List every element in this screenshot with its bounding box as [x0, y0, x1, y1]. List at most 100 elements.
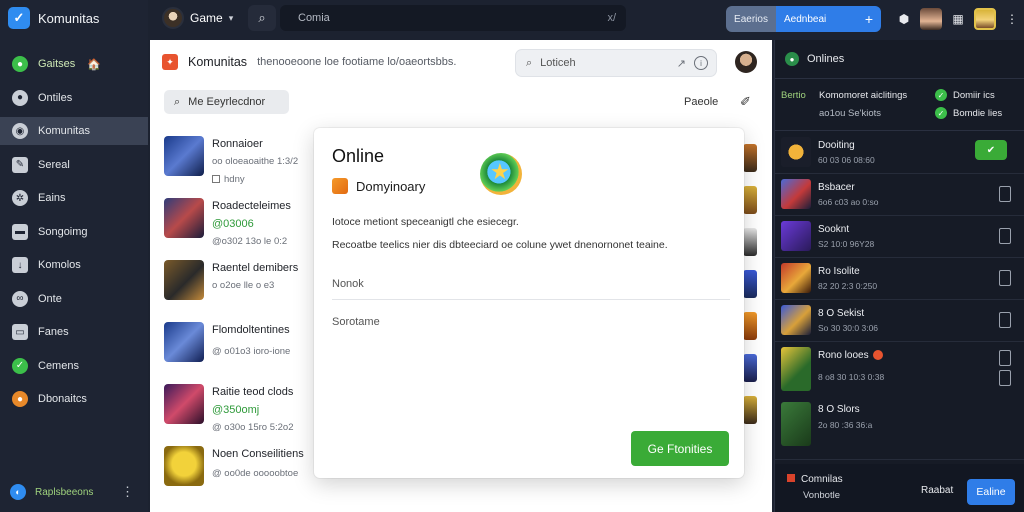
game-thumbnail[interactable] [743, 354, 757, 382]
sidebar-item-dbonaitcs[interactable]: ● Dbonaitcs [0, 385, 148, 413]
search-placeholder: Loticeh [540, 57, 576, 69]
check-icon: ✓ [12, 357, 28, 374]
search-end-icon: x/ [607, 12, 616, 24]
dialog-text: Recoatbe teelics nier dis dbteeciard oe … [332, 239, 668, 251]
more-icon[interactable]: ⋮ [121, 484, 134, 500]
plus-icon[interactable]: + [857, 6, 881, 32]
right-panel-title: Onlines [807, 53, 845, 65]
name-field[interactable]: Nonok [332, 278, 364, 290]
gift-icon [332, 178, 348, 194]
filter-button[interactable]: ⌕ Me Eeyrlecdnor [164, 90, 289, 114]
search-icon[interactable]: ⌕ [248, 5, 276, 31]
document-icon[interactable] [999, 350, 1011, 366]
list-item[interactable]: Raentel demibers o o2oe lle o e3 [164, 260, 329, 322]
edit-icon[interactable]: ✐ [740, 94, 751, 110]
thumbnail-strip [743, 144, 757, 438]
home-badge-icon: 🏠 [87, 58, 101, 71]
list-item[interactable]: Ro Isolite 82 20 2:3 0:250 [775, 258, 1024, 300]
list-item[interactable]: Rono looes 8 o8 30 10:3 0:38 8 O Slors 2… [775, 342, 1024, 460]
sidebar-item-songoimg[interactable]: ▬ Songoimg [0, 218, 148, 246]
app-logo-icon: ✓ [8, 7, 30, 29]
item-title: Raitie teod clods [212, 386, 294, 398]
sidebar-item-fanes[interactable]: ▭ Fanes [0, 318, 148, 346]
game-thumbnail[interactable] [743, 228, 757, 256]
sidebar-item-label: Ontiles [38, 91, 73, 104]
game-thumbnail [781, 305, 811, 335]
top-icons: ⬢ ▦ ⋮ [896, 6, 1020, 32]
user-icon: ● [12, 89, 28, 106]
people-link[interactable]: Paeole [684, 96, 718, 108]
expand-icon[interactable]: ↗ [677, 57, 686, 70]
list-item[interactable]: Bsbacer 6o6 c03 ao 0:so [775, 174, 1024, 216]
sidebar-item-eains[interactable]: ✲ Eains [0, 184, 148, 212]
avatar[interactable] [974, 8, 996, 30]
split-right-button[interactable]: Aednbeai [776, 6, 857, 32]
more-vertical-icon[interactable]: ⋮ [1004, 11, 1020, 27]
summary-option: Domiir ics [953, 90, 995, 101]
dialog-row-label: Domyinoary [356, 178, 426, 194]
item-title: Flomdoltentines [212, 324, 290, 336]
game-thumbnail [164, 198, 204, 238]
list-item[interactable]: Roadecteleimes @03006 @o302 13o le 0:2 [164, 198, 329, 260]
right-panel-header: ● Onlines [785, 52, 844, 66]
check-icon[interactable]: ✓ [935, 107, 947, 119]
avatar[interactable] [920, 8, 942, 30]
grid-icon[interactable]: ▦ [950, 11, 966, 27]
sidebar-item-komolos[interactable]: ↓ Komolos [0, 251, 148, 279]
item-meta: S2 10:0 96Y28 [818, 239, 875, 249]
info-icon[interactable]: i [694, 56, 708, 70]
sidebar-item-cemens[interactable]: ✓ Cemens [0, 352, 148, 380]
sidebar-footer[interactable]: ◐ Raplsbeeons ⋮ [0, 480, 148, 504]
brand[interactable]: ✓ Komunitas [8, 6, 99, 30]
split-left-button[interactable]: Eaerios [726, 6, 776, 32]
check-icon[interactable]: ✓ [935, 89, 947, 101]
list-item[interactable]: Dooiting 60 03 06 08:60 ✔ [775, 132, 1024, 174]
game-thumbnail[interactable] [743, 144, 757, 172]
game-thumbnail [781, 221, 811, 251]
shield-icon[interactable]: ⬢ [896, 11, 912, 27]
game-thumbnail[interactable] [743, 312, 757, 340]
sidebar-item-onte[interactable]: ∞ Onte [0, 285, 148, 313]
sidebar-item-ontiles[interactable]: ● Ontiles [0, 84, 148, 112]
inbox-icon: ▭ [12, 324, 28, 340]
globe-icon: ● [785, 52, 799, 66]
item-title: Noen Conseilitiens [212, 448, 304, 460]
list-item[interactable]: Raitie teod clods @350omj @ o30o 15ro 5:… [164, 384, 329, 446]
document-icon[interactable] [999, 312, 1011, 328]
sidebar-item-gaitses[interactable]: ● Gaitses 🏠 [0, 50, 148, 78]
game-thumbnail[interactable] [743, 396, 757, 424]
game-thumbnail [164, 446, 204, 486]
document-icon[interactable] [999, 228, 1011, 244]
sidebar-item-sereal[interactable]: ✎ Sereal [0, 151, 148, 179]
item-meta: @350omj [212, 404, 260, 416]
confirm-button[interactable]: Ge Ftonities [631, 431, 729, 466]
list-item[interactable]: Noen Conseilitiens @ oo0de ooooobtoe [164, 446, 329, 508]
sidebar-item-komunitas[interactable]: ◉ Komunitas [0, 117, 148, 145]
online-button[interactable]: Ealine [967, 479, 1015, 505]
game-thumbnail [164, 322, 204, 362]
footer-link[interactable]: Raabat [921, 485, 953, 496]
avatar [162, 7, 184, 29]
split-button[interactable]: Eaerios Aednbeai + [726, 6, 881, 32]
list-item[interactable]: Sooknt S2 10:0 96Y28 [775, 216, 1024, 258]
right-panel-footer: Comnilas Vonbotle Raabat Ealine [775, 464, 1024, 512]
checkbox-icon [212, 175, 220, 184]
game-thumbnail[interactable] [743, 270, 757, 298]
main-search-input[interactable]: ⌕ Loticeh ↗ i [515, 49, 717, 77]
avatar[interactable] [735, 51, 757, 73]
surname-field[interactable]: Sorotame [332, 316, 380, 328]
item-meta: So 30 30:0 3:06 [818, 323, 879, 333]
list-item[interactable]: 8 O Sekist So 30 30:0 3:06 [775, 300, 1024, 342]
game-thumbnail[interactable] [743, 186, 757, 214]
document-icon[interactable] [999, 370, 1011, 386]
document-icon[interactable] [999, 186, 1011, 202]
list-item[interactable]: Ronnaioer oo oloeaoaithe 1:3/2 hdny [164, 136, 329, 198]
item-meta: @03006 [212, 218, 254, 230]
search-input[interactable]: Comia x/ [280, 5, 626, 31]
game-switcher[interactable]: Game ▾ [162, 5, 233, 31]
list-item[interactable]: Flomdoltentines @ o01o3 ioro-ione [164, 322, 329, 384]
page-subtitle: thenooeoone loe footiame lo/oaeortsbbs. [257, 56, 457, 68]
flag-icon [787, 474, 795, 482]
document-icon[interactable] [999, 270, 1011, 286]
accept-button[interactable]: ✔ [975, 140, 1007, 160]
